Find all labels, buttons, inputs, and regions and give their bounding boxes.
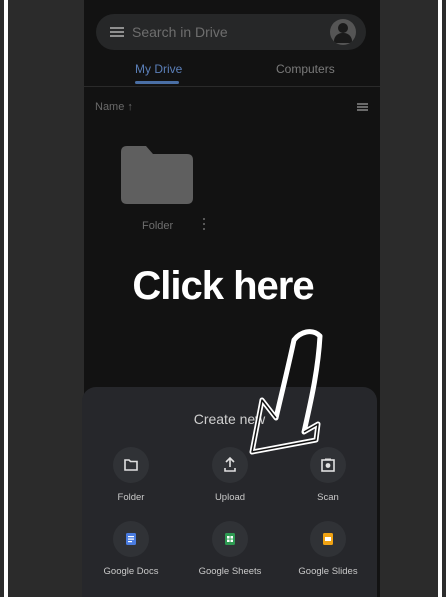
arrow-annotation [249, 329, 323, 455]
